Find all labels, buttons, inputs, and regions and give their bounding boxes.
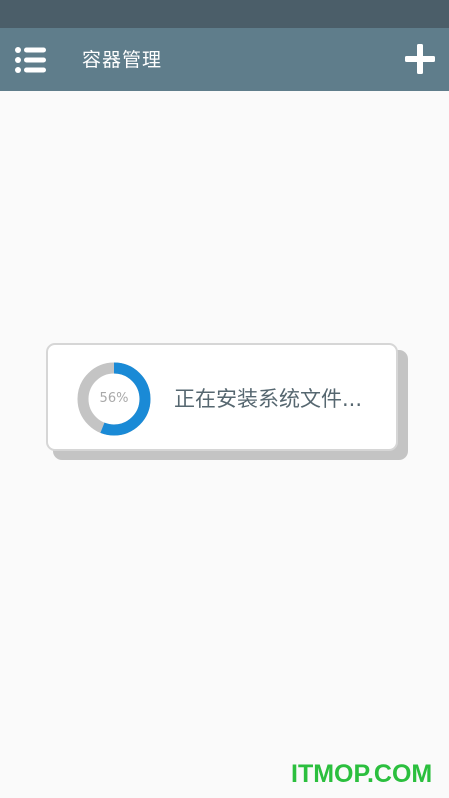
menu-button[interactable] (14, 46, 48, 74)
watermark-logo: ITMOP.COM (291, 760, 433, 788)
app-bar: 容器管理 (0, 28, 449, 91)
list-menu-icon (14, 46, 48, 74)
add-button[interactable] (401, 40, 439, 78)
progress-dialog: 56% 正在安装系统文件... (46, 343, 398, 451)
status-bar (0, 0, 449, 28)
page-title: 容器管理 (82, 49, 163, 71)
dialog-message: 正在安装系统文件... (174, 387, 363, 411)
plus-icon (401, 40, 439, 78)
progress-percent-label: 56% (99, 391, 129, 406)
progress-ring: 56% (76, 361, 152, 437)
